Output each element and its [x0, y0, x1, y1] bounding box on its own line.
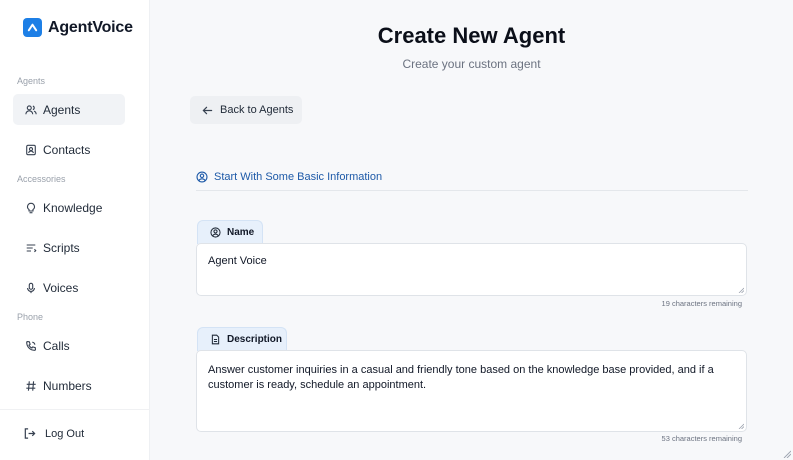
- sidebar-item-contacts[interactable]: Contacts: [13, 134, 125, 165]
- window-resize-icon[interactable]: [783, 450, 791, 458]
- description-value: Answer customer inquiries in a casual an…: [208, 364, 714, 391]
- user-circle-icon: [196, 171, 208, 183]
- app-logo[interactable]: AgentVoice: [23, 18, 133, 37]
- page-title: Create New Agent: [377, 23, 566, 48]
- name-field-label: Name: [197, 220, 263, 244]
- document-icon: [210, 334, 221, 345]
- hash-icon: [24, 379, 37, 392]
- section-label-agents: Agents: [17, 76, 46, 86]
- text-lines-icon: [24, 241, 37, 254]
- sidebar-item-calls[interactable]: Calls: [13, 330, 125, 361]
- logout-button[interactable]: Log Out: [23, 427, 84, 440]
- description-char-counter: 53 characters remaining: [661, 434, 742, 443]
- sidebar-item-voices[interactable]: Voices: [13, 272, 125, 303]
- section-label-phone: Phone: [17, 312, 44, 322]
- section-heading: Start With Some Basic Information: [196, 171, 382, 183]
- logo-icon: [23, 18, 42, 37]
- app-name: AgentVoice: [48, 18, 133, 36]
- logout-icon: [23, 427, 36, 440]
- page-subtitle: Create your custom agent: [402, 57, 541, 71]
- back-to-agents-button[interactable]: Back to Agents: [190, 96, 302, 124]
- sidebar-item-label: Numbers: [43, 378, 92, 393]
- sidebar-item-numbers[interactable]: Numbers: [13, 370, 125, 401]
- sidebar-item-label: Knowledge: [43, 200, 103, 215]
- description-textarea[interactable]: Answer customer inquiries in a casual an…: [196, 350, 747, 432]
- back-button-label: Back to Agents: [220, 104, 294, 116]
- sidebar-item-label: Scripts: [43, 240, 80, 255]
- name-input[interactable]: Agent Voice: [196, 243, 747, 296]
- description-label-text: Description: [227, 334, 283, 345]
- sidebar-item-label: Contacts: [43, 142, 91, 157]
- sidebar: AgentVoice Agents Agents Contacts Access…: [0, 0, 150, 460]
- logout-label: Log Out: [45, 427, 85, 440]
- user-circle-icon: [210, 227, 221, 238]
- sidebar-item-agents[interactable]: Agents: [13, 94, 125, 125]
- sidebar-item-label: Voices: [43, 280, 79, 295]
- sidebar-item-knowledge[interactable]: Knowledge: [13, 192, 125, 223]
- name-char-counter: 19 characters remaining: [661, 299, 742, 308]
- sidebar-item-label: Calls: [43, 338, 70, 353]
- arrow-left-icon: [202, 105, 213, 116]
- resize-handle-icon[interactable]: [738, 423, 744, 429]
- phone-icon: [24, 339, 37, 352]
- lightbulb-icon: [24, 201, 37, 214]
- sidebar-item-scripts[interactable]: Scripts: [13, 232, 125, 263]
- name-label-text: Name: [227, 227, 255, 238]
- name-input-value: Agent Voice: [208, 255, 267, 267]
- description-field-label: Description: [197, 327, 287, 351]
- resize-handle-icon[interactable]: [738, 287, 744, 293]
- section-divider: [196, 190, 748, 191]
- section-heading-text: Start With Some Basic Information: [214, 171, 383, 183]
- microphone-icon: [24, 281, 37, 294]
- sidebar-item-label: Agents: [43, 102, 81, 117]
- contact-card-icon: [24, 143, 37, 156]
- users-icon: [24, 103, 37, 116]
- section-label-accessories: Accessories: [17, 174, 66, 184]
- sidebar-divider: [0, 409, 150, 410]
